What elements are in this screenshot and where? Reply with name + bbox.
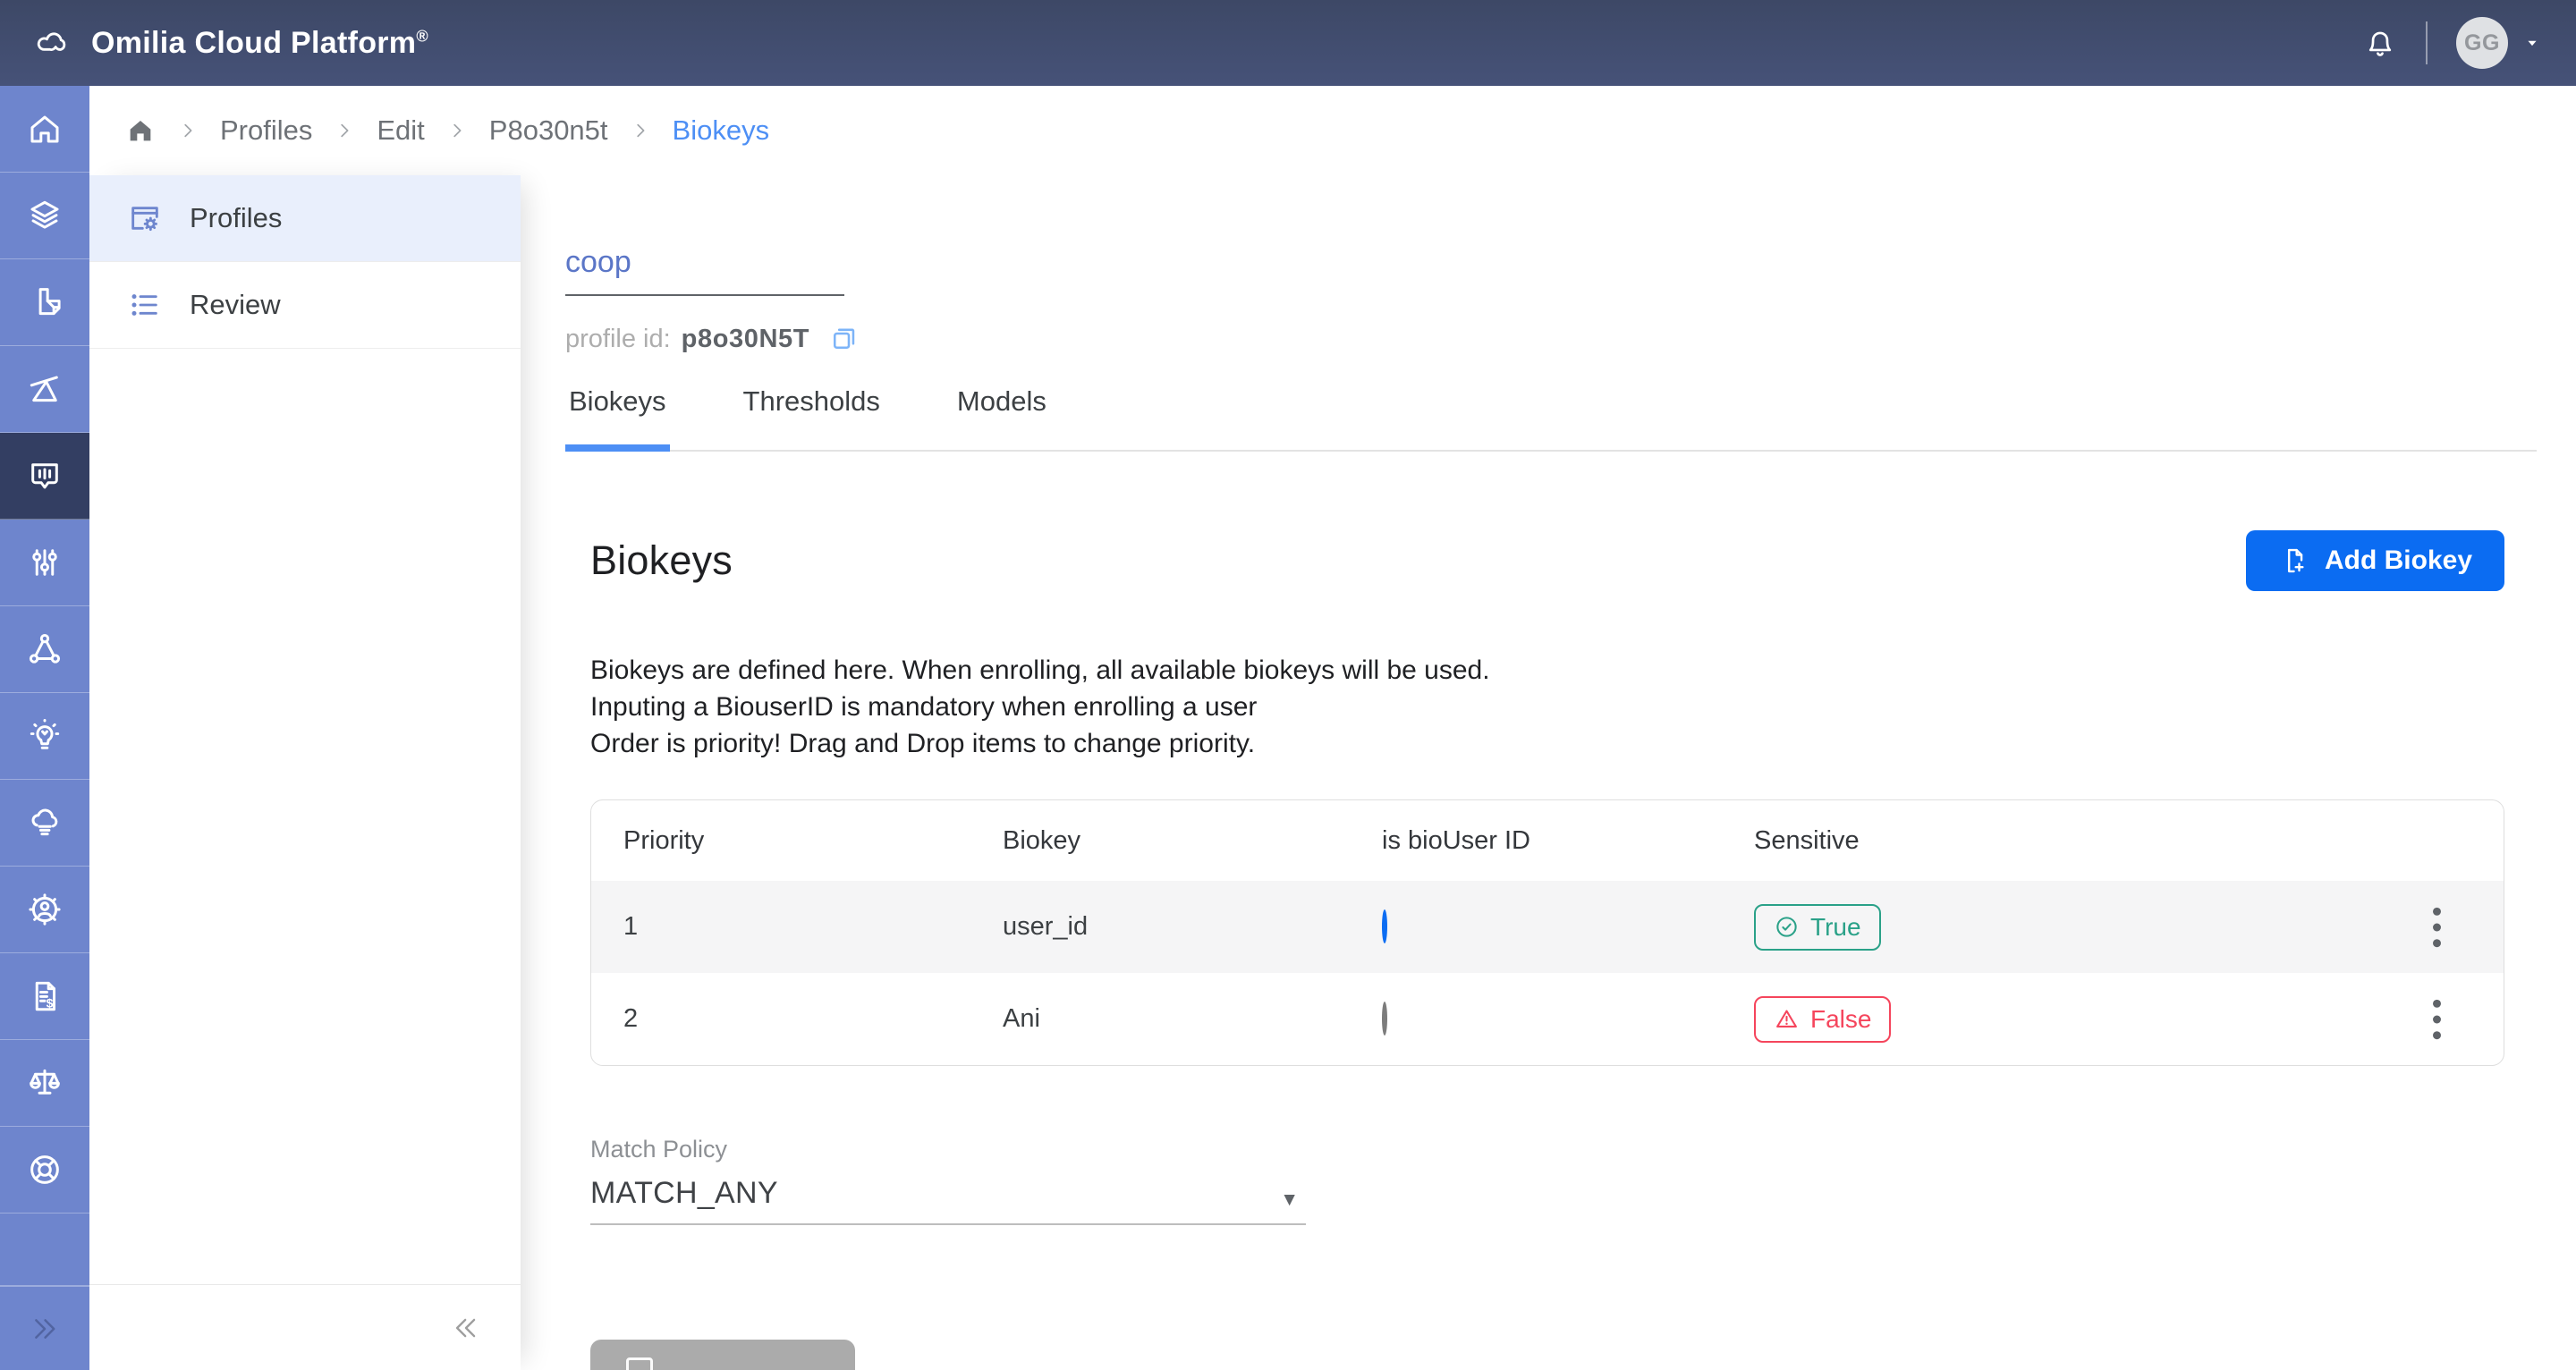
- breadcrumb-item-profiles[interactable]: Profiles: [220, 114, 312, 147]
- rail-invoice-icon[interactable]: $: [0, 953, 89, 1040]
- breadcrumb-home-icon[interactable]: [125, 115, 156, 146]
- rail-lightbulb-icon[interactable]: [0, 693, 89, 780]
- biokeys-description: Biokeys are defined here. When enrolling…: [590, 652, 2504, 762]
- chevron-right-icon: [334, 120, 355, 141]
- rail-set-square-icon[interactable]: [0, 346, 89, 433]
- tab-biokeys[interactable]: Biokeys: [565, 385, 670, 450]
- copy-icon[interactable]: [827, 323, 860, 355]
- avatar[interactable]: GG: [2456, 17, 2508, 69]
- secondary-sidebar: Profiles Review: [89, 175, 521, 1370]
- rail-chat-bars-icon[interactable]: [0, 433, 89, 520]
- sensitive-badge[interactable]: True: [1754, 904, 1881, 951]
- match-policy-select[interactable]: MATCH_ANY ▼: [590, 1176, 1306, 1225]
- cell-priority: 2: [591, 1004, 970, 1034]
- sidebar-item-profiles[interactable]: Profiles: [89, 175, 521, 262]
- avatar-caret-down-icon[interactable]: [2522, 33, 2542, 53]
- window-gear-icon: [127, 200, 163, 236]
- rail-scales-icon[interactable]: [0, 1040, 89, 1127]
- tab-models[interactable]: Models: [953, 385, 1050, 450]
- svg-text:$: $: [47, 995, 54, 1010]
- registered-mark: ®: [416, 27, 428, 45]
- chevron-right-icon: [177, 120, 199, 141]
- rail-cloud-icon[interactable]: [0, 780, 89, 867]
- row-menu-kebab-icon[interactable]: [2426, 992, 2448, 1047]
- chevron-right-icon: [446, 120, 468, 141]
- breadcrumb-item-profile-id[interactable]: P8o30n5t: [489, 114, 608, 147]
- sidebar-item-review[interactable]: Review: [89, 262, 521, 349]
- biouser-radio[interactable]: [1382, 1002, 1387, 1036]
- sidebar-item-label: Review: [190, 289, 281, 321]
- collapse-chevrons-icon[interactable]: [451, 1313, 481, 1343]
- breadcrumb-current-biokeys: Biokeys: [673, 114, 770, 147]
- col-sensitive: Sensitive: [1722, 826, 2369, 856]
- rail-gear-user-icon[interactable]: [0, 867, 89, 953]
- save-button-partial[interactable]: [590, 1340, 855, 1370]
- sensitive-badge[interactable]: False: [1754, 996, 1891, 1043]
- col-biokey: Biokey: [970, 826, 1350, 856]
- biokeys-table: Priority Biokey is bioUser ID Sensitive …: [590, 799, 2504, 1066]
- table-row[interactable]: 1 user_id True: [591, 881, 2504, 973]
- header-divider: [2426, 21, 2428, 64]
- check-circle-icon: [1774, 914, 1800, 940]
- notifications-bell-icon[interactable]: [2363, 26, 2397, 60]
- tab-thresholds[interactable]: Thresholds: [740, 385, 884, 450]
- table-row[interactable]: 2 Ani False: [591, 973, 2504, 1065]
- cell-biokey: Ani: [970, 1004, 1350, 1034]
- row-menu-kebab-icon[interactable]: [2426, 900, 2448, 955]
- rail-expand-chevrons-icon[interactable]: [0, 1286, 89, 1370]
- sidebar-item-label: Profiles: [190, 202, 282, 234]
- match-policy-label: Match Policy: [590, 1136, 1306, 1163]
- table-header-row: Priority Biokey is bioUser ID Sensitive: [591, 800, 2504, 881]
- app-title: Omilia Cloud Platform®: [91, 26, 428, 61]
- rail-home-icon[interactable]: [0, 86, 89, 173]
- breadcrumb: Profiles Edit P8o30n5t Biokeys: [89, 86, 2576, 175]
- biouser-radio[interactable]: [1382, 909, 1387, 943]
- col-priority: Priority: [591, 826, 970, 856]
- warning-triangle-icon: [1774, 1006, 1800, 1032]
- rail-life-ring-icon[interactable]: [0, 1127, 89, 1214]
- list-icon: [127, 287, 163, 323]
- rail-network-nodes-icon[interactable]: [0, 606, 89, 693]
- icon-rail: $: [0, 86, 89, 1370]
- add-biokey-button[interactable]: Add Biokey: [2246, 530, 2504, 591]
- cell-priority: 1: [591, 912, 970, 942]
- match-policy-field: Match Policy MATCH_ANY ▼: [590, 1136, 1306, 1225]
- profile-name-input[interactable]: coop: [565, 245, 844, 296]
- rail-sliders-icon[interactable]: [0, 520, 89, 606]
- profile-id-label: profile id:: [565, 325, 671, 354]
- sidebar-collapse-bar: [89, 1284, 521, 1370]
- breadcrumb-item-edit[interactable]: Edit: [377, 114, 424, 147]
- dropdown-caret-icon: ▼: [1280, 1189, 1299, 1211]
- app-header: Omilia Cloud Platform® GG: [0, 0, 2576, 86]
- main-content: coop profile id: p8o30N5T Biokeys Thresh…: [521, 175, 2576, 1370]
- col-is-biouser: is bioUser ID: [1350, 826, 1722, 856]
- chevron-right-icon: [630, 120, 651, 141]
- add-file-icon: [2278, 545, 2309, 576]
- cloud-logo-icon: [27, 25, 73, 61]
- tab-bar: Biokeys Thresholds Models: [565, 385, 2537, 452]
- page-title: Biokeys: [590, 537, 733, 584]
- rail-blocks-icon[interactable]: [0, 259, 89, 346]
- rail-layers-icon[interactable]: [0, 173, 89, 259]
- cell-biokey: user_id: [970, 912, 1350, 942]
- profile-id-row: profile id: p8o30N5T: [565, 323, 2504, 355]
- profile-id-value: p8o30N5T: [682, 325, 809, 354]
- match-policy-value: MATCH_ANY: [590, 1176, 778, 1211]
- rail-spacer: [0, 1214, 89, 1286]
- biokeys-panel: Biokeys Add Biokey Biokeys are defined h…: [590, 530, 2504, 1370]
